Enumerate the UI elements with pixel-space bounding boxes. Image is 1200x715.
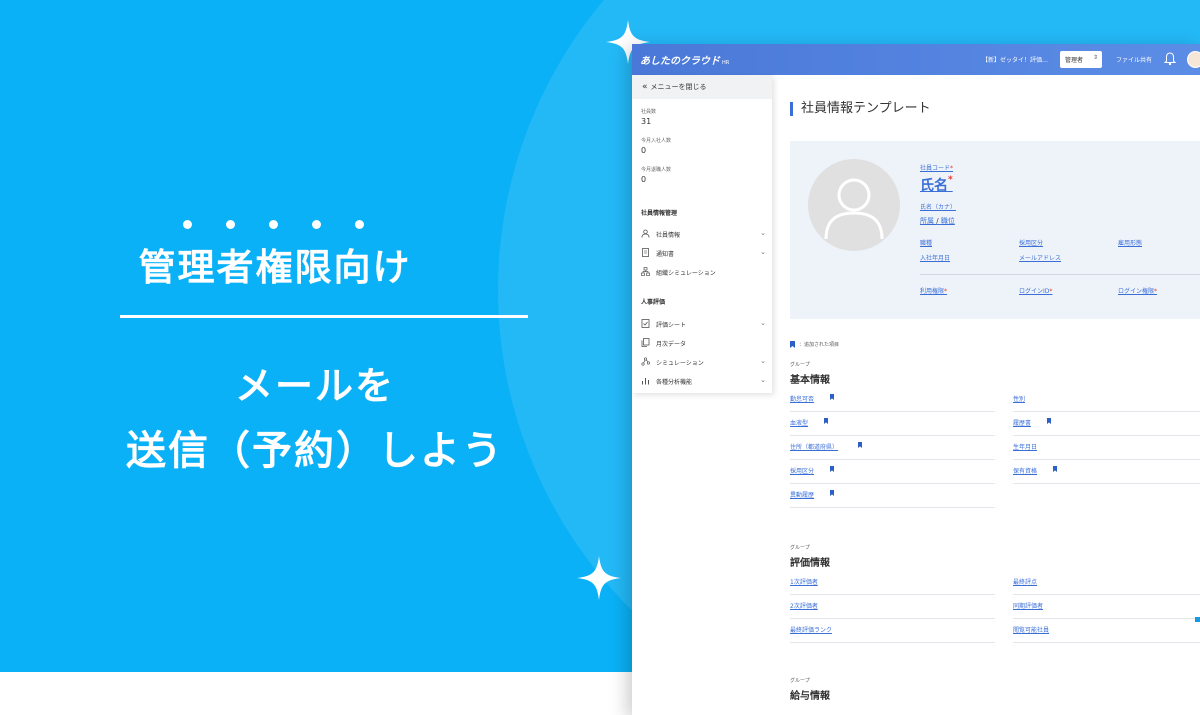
join-date-field[interactable]: 入社年月日 <box>920 253 950 262</box>
field-item[interactable]: 履歴書 <box>1013 412 1200 436</box>
main-content: 社員情報テンプレート 社員コード* 氏名* 氏名（カナ） 所属 / 職位 職種 … <box>772 75 1200 715</box>
nodes-icon <box>641 357 650 366</box>
sidebar: «メニューを閉じる 社員数 31 今月入社人数 0 今月退職人数 0 社員情報管… <box>632 75 772 393</box>
employment-type-field[interactable]: 雇用形態 <box>1118 238 1142 247</box>
field-item[interactable]: 閲覧可能社員 <box>1013 619 1200 643</box>
field-item[interactable]: 住所（都道府県） <box>790 436 995 460</box>
group-title: 基本情報 <box>790 375 830 386</box>
emphasis-dot <box>269 220 278 229</box>
field-item[interactable]: 最終評価ランク <box>790 619 995 643</box>
bell-icon[interactable] <box>1164 52 1176 66</box>
employee-code-field[interactable]: 社員コード* <box>920 163 953 172</box>
header-notice-link[interactable]: 【新】ゼッタイ！評価… <box>982 55 1048 64</box>
copy-icon <box>641 338 650 347</box>
field-item[interactable]: 勤怠可否 <box>790 388 995 412</box>
field-item[interactable]: 最終評点 <box>1013 571 1200 595</box>
chevron-down-icon: ⌄ <box>760 229 766 237</box>
double-chevron-left-icon: « <box>642 82 648 92</box>
sidebar-item-employee-info[interactable]: 社員情報 ⌄ <box>641 227 769 241</box>
field-item[interactable]: 同期評価者 <box>1013 595 1200 619</box>
sidebar-section-title: 人事評価 <box>641 299 666 306</box>
emphasis-dot <box>183 220 192 229</box>
person-icon <box>641 229 650 238</box>
stat-label: 今月退職人数 <box>641 167 672 173</box>
emphasis-dot <box>355 220 364 229</box>
card-divider <box>920 274 1200 275</box>
chevron-down-icon: ⌄ <box>760 357 766 365</box>
document-icon <box>642 248 649 257</box>
sparkle-icon <box>577 556 621 600</box>
affiliation-position-field[interactable]: 所属 / 職位 <box>920 216 955 226</box>
close-menu-button[interactable]: «メニューを閉じる <box>632 75 772 99</box>
hiring-category-field[interactable]: 採用区分 <box>1019 238 1043 247</box>
emphasis-dots <box>177 220 377 232</box>
profile-card: 社員コード* 氏名* 氏名（カナ） 所属 / 職位 職種 採用区分 雇用形態 入… <box>790 141 1200 319</box>
stat-label: 今月入社人数 <box>641 138 672 144</box>
app-logo[interactable]: あしたのクラウド HR <box>640 52 729 67</box>
checklist-icon <box>641 319 650 328</box>
user-avatar[interactable] <box>1187 51 1200 68</box>
field-item[interactable]: 採用区分 <box>790 460 995 484</box>
select-arrow-icon: ⇕ <box>1092 54 1098 61</box>
sidebar-item-org-simulation[interactable]: 組織シミュレーション <box>641 265 769 279</box>
usage-permission-field[interactable]: 利用権限* <box>920 286 947 295</box>
added-items-legend: ：追加された項目 <box>790 341 839 348</box>
field-item[interactable]: 異動履歴 <box>790 484 995 508</box>
stat-value: 0 <box>641 146 647 155</box>
role-select[interactable]: 管理者 ⇕ <box>1060 51 1102 68</box>
emphasis-dot <box>226 220 235 229</box>
field-item[interactable]: 保有資格 <box>1013 460 1200 484</box>
stat-value: 0 <box>641 175 647 184</box>
chevron-down-icon: ⌄ <box>760 248 766 256</box>
org-chart-icon <box>641 267 650 276</box>
bookmark-icon <box>858 442 862 448</box>
bookmark-icon <box>830 490 834 496</box>
field-item[interactable]: 性別 <box>1013 388 1200 412</box>
app-header: あしたのクラウド HR 【新】ゼッタイ！評価… 管理者 ⇕ ファイル共有 <box>632 44 1200 75</box>
field-item[interactable]: 1次評価者 <box>790 571 995 595</box>
sidebar-item-evaluation-sheet[interactable]: 評価シート ⌄ <box>641 317 769 331</box>
person-icon <box>824 178 884 240</box>
bookmark-icon <box>830 466 834 472</box>
group-label: グループ <box>790 678 810 684</box>
bookmark-icon <box>824 418 828 424</box>
login-permission-field[interactable]: ログイン権限* <box>1118 286 1157 295</box>
group-label: グループ <box>790 362 810 368</box>
sidebar-item-simulation[interactable]: シミュレーション ⌄ <box>641 355 769 369</box>
login-id-field[interactable]: ログインID* <box>1019 286 1052 295</box>
sidebar-section-title: 社員情報管理 <box>641 210 678 217</box>
hero-subtitle-line2: 送信（予約）しよう <box>126 428 504 474</box>
bookmark-icon <box>830 394 834 400</box>
stat-value: 31 <box>641 117 652 126</box>
bookmark-icon <box>790 341 795 348</box>
page-title: 社員情報テンプレート <box>790 102 931 116</box>
group-label: グループ <box>790 545 810 551</box>
field-item[interactable]: 血液型 <box>790 412 995 436</box>
bookmark-icon <box>1047 418 1051 424</box>
field-item[interactable]: 生年月日 <box>1013 436 1200 460</box>
chevron-down-icon: ⌄ <box>760 376 766 384</box>
hero-subtitle-line1: メールを <box>234 364 395 408</box>
app-window: あしたのクラウド HR 【新】ゼッタイ！評価… 管理者 ⇕ ファイル共有 «メニュー… <box>632 44 1200 715</box>
name-kana-field[interactable]: 氏名（カナ） <box>920 202 956 211</box>
job-type-field[interactable]: 職種 <box>920 238 932 247</box>
group-title: 評価情報 <box>790 558 830 569</box>
file-share-link[interactable]: ファイル共有 <box>1116 55 1152 64</box>
avatar-placeholder <box>808 159 900 251</box>
scroll-indicator[interactable] <box>1195 617 1200 622</box>
sidebar-item-notice[interactable]: 通知書 ⌄ <box>641 246 769 260</box>
bookmark-icon <box>1053 466 1057 472</box>
sidebar-item-monthly-data[interactable]: 月次データ <box>641 336 769 350</box>
stat-label: 社員数 <box>641 109 657 115</box>
employee-name-field[interactable]: 氏名* <box>920 175 953 195</box>
group-title: 給与情報 <box>790 691 830 702</box>
hero-title: 管理者権限向け <box>138 246 412 289</box>
hero-divider <box>120 315 528 318</box>
chevron-down-icon: ⌄ <box>760 319 766 327</box>
email-field[interactable]: メールアドレス <box>1019 253 1061 262</box>
emphasis-dot <box>312 220 321 229</box>
sidebar-item-analysis[interactable]: 各種分析機能 ⌄ <box>641 374 769 388</box>
bar-chart-icon <box>642 378 649 385</box>
field-item[interactable]: 2次評価者 <box>790 595 995 619</box>
